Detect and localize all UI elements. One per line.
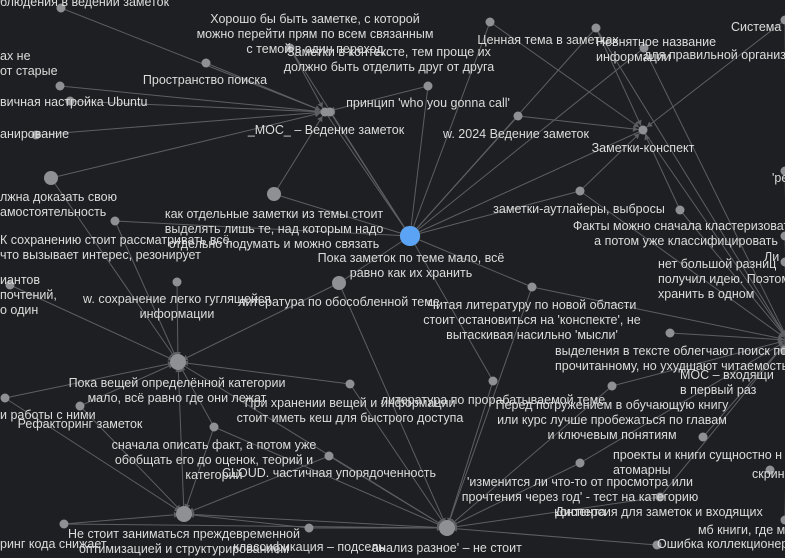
- node-label[interactable]: _МОС_ – Ведение заметок: [248, 123, 404, 138]
- node-label-center[interactable]: Пока заметок по теме мало, всё равно как…: [318, 251, 505, 281]
- node-label[interactable]: Пространство поиска: [143, 73, 267, 88]
- node-label[interactable]: классификация – подсель: [233, 540, 384, 555]
- node-label[interactable]: w. 2024 Ведение заметок: [443, 127, 589, 142]
- node-label[interactable]: анализ разное' – не стоит: [372, 541, 522, 556]
- node-label[interactable]: блюдения в ведении заметок: [0, 0, 169, 10]
- node-label[interactable]: ах не от старые: [0, 49, 58, 79]
- graph-labels: Пока заметок по теме мало, всё равно как…: [0, 0, 785, 558]
- node-label[interactable]: заметки-аутлайеры, выбросы: [493, 202, 665, 217]
- node-label[interactable]: Ошибка коллекционера: [657, 537, 785, 552]
- node-label[interactable]: вичная настройка Ubuntu: [0, 95, 147, 110]
- node-label[interactable]: Перед погружением в обучающую книгу или …: [496, 398, 729, 443]
- node-label[interactable]: Факты можно сначала кластеризовать, а по…: [573, 219, 785, 249]
- node-label[interactable]: и работы с ними: [0, 408, 96, 423]
- node-label[interactable]: ринг кода снижает: [0, 537, 107, 552]
- node-label[interactable]: МОС – входящи в первый раз: [680, 368, 774, 398]
- node-label[interactable]: Заметки в контексте, тем проще их должно…: [284, 45, 494, 75]
- node-label[interactable]: Дисперсия для заметок и входящих: [555, 505, 762, 520]
- node-label[interactable]: К сохранению стоит рассматривать всё, чт…: [0, 233, 233, 263]
- node-label[interactable]: CLOUD. частичная упорядоченность: [222, 466, 436, 481]
- node-label[interactable]: лжна доказать свою амостоятельность: [0, 190, 117, 220]
- node-label[interactable]: принцип 'who you gonna call': [346, 96, 510, 111]
- node-label[interactable]: литература по обособленной теме: [238, 295, 440, 310]
- node-label[interactable]: скрин: [752, 467, 785, 482]
- node-label[interactable]: иантов почтений, о один: [0, 273, 57, 318]
- node-label[interactable]: 'ре: [772, 171, 785, 186]
- node-label[interactable]: Ли: [764, 250, 779, 265]
- node-label[interactable]: Система: [731, 20, 781, 35]
- node-label[interactable]: Заметки-конспект: [592, 141, 695, 156]
- node-label[interactable]: мб книги, где м: [698, 523, 785, 538]
- node-label[interactable]: для правильной организац: [644, 48, 785, 63]
- node-label[interactable]: Читая литературу по новой области стоит …: [423, 298, 640, 343]
- node-label[interactable]: анирование: [0, 127, 69, 142]
